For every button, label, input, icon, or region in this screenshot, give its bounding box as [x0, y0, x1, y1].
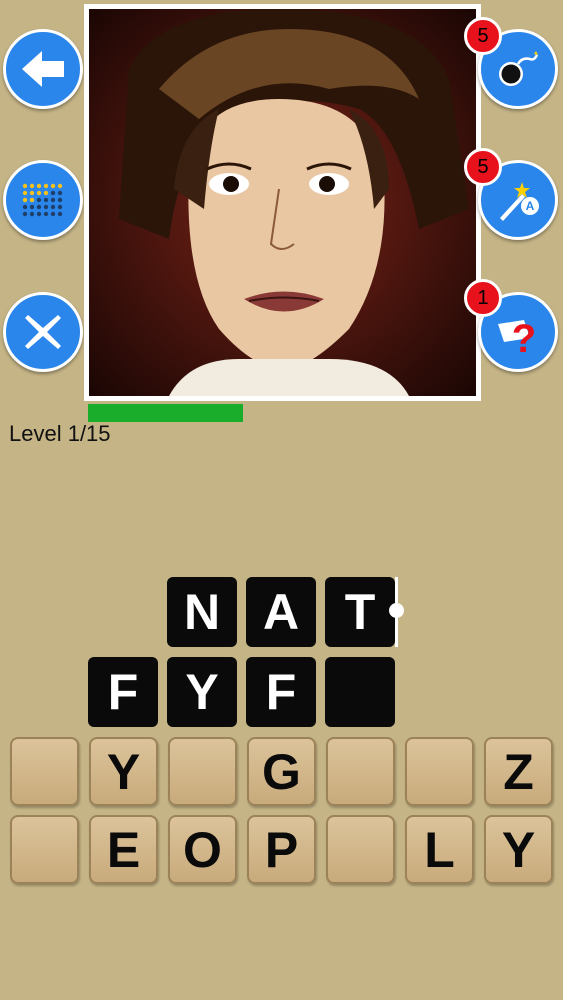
letter-tile[interactable]: [10, 737, 79, 806]
letter-tile[interactable]: P: [247, 815, 316, 884]
level-indicator: Level 1/15: [9, 421, 111, 446]
celebrity-photo-frame: [84, 4, 481, 401]
levels-button[interactable]: [3, 160, 83, 240]
hint-count-badge: 1: [464, 279, 502, 317]
close-button[interactable]: [3, 292, 83, 372]
letter-tile[interactable]: [10, 815, 79, 884]
letter-tile[interactable]: L: [405, 815, 474, 884]
answer-slot[interactable]: A: [246, 577, 316, 647]
magic-wand-icon: A: [500, 182, 539, 221]
letter-tile[interactable]: Y: [484, 815, 553, 884]
cursor-handle[interactable]: [389, 603, 404, 618]
bomb-count-badge: 5: [464, 17, 502, 55]
letter-tile[interactable]: E: [89, 815, 158, 884]
answer-slot[interactable]: F: [246, 657, 316, 727]
answer-slot[interactable]: Y: [167, 657, 237, 727]
letter-tile[interactable]: [326, 815, 395, 884]
letter-tile[interactable]: O: [168, 815, 237, 884]
level-progress-bar: [88, 404, 243, 422]
answer-slot[interactable]: N: [167, 577, 237, 647]
magic-count-badge: 5: [464, 148, 502, 186]
letter-tile[interactable]: [326, 737, 395, 806]
letter-tile[interactable]: [405, 737, 474, 806]
letter-tile[interactable]: Y: [89, 737, 158, 806]
bomb-icon: [499, 51, 539, 86]
answer-slot[interactable]: T: [325, 577, 395, 647]
answer-slot[interactable]: [325, 657, 395, 727]
svg-text:A: A: [526, 199, 535, 213]
back-arrow-icon: [22, 51, 64, 87]
letter-tile[interactable]: [168, 737, 237, 806]
close-x-icon: [25, 315, 61, 349]
back-button[interactable]: [3, 29, 83, 109]
levels-grid-icon: [22, 183, 63, 217]
answer-slot[interactable]: F: [88, 657, 158, 727]
celebrity-photo: [89, 9, 476, 396]
letter-tile[interactable]: Z: [484, 737, 553, 806]
question-hint-icon: ?: [498, 317, 536, 356]
letter-tile[interactable]: G: [247, 737, 316, 806]
svg-text:?: ?: [512, 317, 536, 356]
